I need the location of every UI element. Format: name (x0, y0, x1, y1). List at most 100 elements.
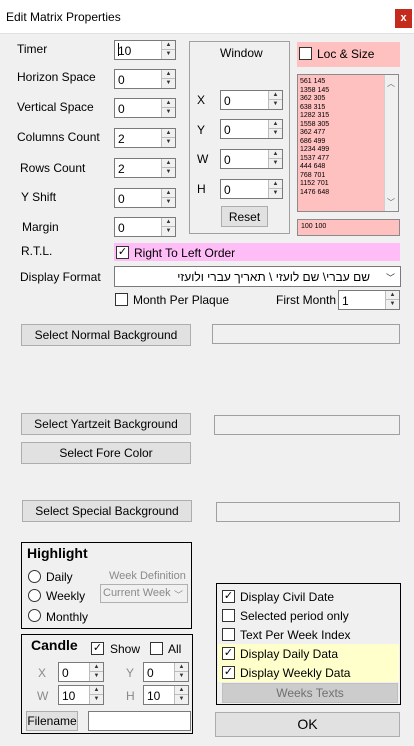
margin-spinner[interactable]: 0 ▲ ▼ (114, 217, 176, 237)
down-arrow-icon[interactable]: ▼ (162, 79, 175, 88)
week-definition-select[interactable]: Current Week ﹀ (100, 584, 188, 603)
window-x-spinner[interactable]: 0 ▲ ▼ (220, 90, 283, 110)
list-item[interactable]: 1358 145 (298, 87, 384, 96)
display-civil-date-checkbox[interactable]: ✓ (222, 590, 235, 603)
window-x-arrows[interactable]: ▲ ▼ (268, 91, 282, 109)
up-arrow-icon[interactable]: ▲ (162, 129, 175, 138)
rtl-checkbox[interactable]: ✓ (116, 246, 129, 259)
first-month-spinner[interactable]: 1 ▲ ▼ (338, 290, 400, 310)
up-arrow-icon[interactable]: ▲ (162, 218, 175, 227)
horizon-space-arrows[interactable]: ▲ ▼ (161, 70, 175, 88)
up-arrow-icon[interactable]: ▲ (162, 99, 175, 108)
list-item[interactable]: 362 305 (298, 95, 384, 104)
list-item[interactable]: 561 145 (298, 78, 384, 87)
close-button[interactable]: x (395, 9, 412, 28)
select-normal-background-button[interactable]: Select Normal Background (21, 324, 191, 346)
up-arrow-icon[interactable]: ▲ (269, 180, 282, 189)
up-arrow-icon[interactable]: ▲ (269, 150, 282, 159)
horizon-space-spinner[interactable]: 0 ▲ ▼ (114, 69, 176, 89)
candle-all-checkbox[interactable] (150, 642, 163, 655)
up-arrow-icon[interactable]: ▲ (269, 120, 282, 129)
select-fore-color-button[interactable]: Select Fore Color (21, 442, 191, 464)
up-arrow-icon[interactable]: ▲ (90, 686, 103, 695)
select-yartzeit-background-button[interactable]: Select Yartzeit Background (21, 413, 191, 435)
window-h-arrows[interactable]: ▲ ▼ (268, 180, 282, 198)
down-arrow-icon[interactable]: ▼ (90, 672, 103, 681)
timer-spinner[interactable]: 10 ▲ ▼ (114, 40, 176, 60)
loc-size-checkbox[interactable] (299, 47, 312, 60)
down-arrow-icon[interactable]: ▼ (269, 129, 282, 138)
down-arrow-icon[interactable]: ▼ (90, 695, 103, 704)
candle-h-arrows[interactable]: ▲ ▼ (174, 686, 188, 704)
display-daily-data-checkbox[interactable]: ✓ (222, 647, 235, 660)
candle-x-arrows[interactable]: ▲ ▼ (89, 663, 103, 681)
chevron-down-icon[interactable]: ﹀ (386, 271, 395, 284)
list-item[interactable]: 1558 305 (298, 121, 384, 130)
locations-listbox[interactable]: 561 145 1358 145 362 305 638 315 1282 31… (297, 74, 399, 212)
up-arrow-icon[interactable]: ▲ (90, 663, 103, 672)
list-item[interactable]: 1476 648 (298, 189, 384, 198)
down-arrow-icon[interactable]: ▼ (175, 672, 188, 681)
list-item[interactable]: 686 499 (298, 138, 384, 147)
daily-radio[interactable] (28, 570, 41, 583)
ok-button[interactable]: OK (215, 712, 400, 737)
down-arrow-icon[interactable]: ▼ (162, 108, 175, 117)
up-arrow-icon[interactable]: ▲ (386, 291, 399, 300)
window-y-arrows[interactable]: ▲ ▼ (268, 120, 282, 138)
listbox-scrollbar[interactable]: ︿ ﹀ (384, 75, 398, 211)
chevron-down-icon[interactable]: ﹀ (174, 588, 183, 601)
weekly-radio[interactable] (28, 589, 41, 602)
monthly-radio[interactable] (28, 609, 41, 622)
month-per-plaque-checkbox[interactable] (115, 293, 128, 306)
list-item[interactable]: 1282 315 (298, 112, 384, 121)
up-arrow-icon[interactable]: ▲ (175, 663, 188, 672)
down-arrow-icon[interactable]: ▼ (175, 695, 188, 704)
candle-w-arrows[interactable]: ▲ ▼ (89, 686, 103, 704)
up-arrow-icon[interactable]: ▲ (162, 159, 175, 168)
columns-count-spinner[interactable]: 2 ▲ ▼ (114, 128, 176, 148)
margin-arrows[interactable]: ▲ ▼ (161, 218, 175, 236)
timer-arrows[interactable]: ▲ ▼ (161, 41, 175, 59)
display-format-select[interactable]: שם עברי\ שם לועזי \ תאריך עברי ולועזי ﹀ (114, 266, 401, 287)
down-arrow-icon[interactable]: ▼ (162, 227, 175, 236)
y-shift-arrows[interactable]: ▲ ▼ (161, 189, 175, 207)
down-arrow-icon[interactable]: ▼ (162, 50, 175, 59)
reset-button[interactable]: Reset (221, 206, 268, 227)
rows-count-spinner[interactable]: 2 ▲ ▼ (114, 158, 176, 178)
up-arrow-icon[interactable]: ▲ (269, 91, 282, 100)
vertical-space-arrows[interactable]: ▲ ▼ (161, 99, 175, 117)
up-arrow-icon[interactable]: ▲ (162, 70, 175, 79)
vertical-space-spinner[interactable]: 0 ▲ ▼ (114, 98, 176, 118)
select-special-background-button[interactable]: Select Special Background (22, 500, 192, 522)
candle-h-spinner[interactable]: 10 ▲ ▼ (143, 685, 189, 705)
list-item[interactable]: 1152 701 (298, 180, 384, 189)
candle-y-arrows[interactable]: ▲ ▼ (174, 663, 188, 681)
window-w-arrows[interactable]: ▲ ▼ (268, 150, 282, 168)
list-item[interactable]: 638 315 (298, 104, 384, 113)
filename-input[interactable] (88, 711, 191, 731)
candle-w-spinner[interactable]: 10 ▲ ▼ (58, 685, 104, 705)
columns-count-arrows[interactable]: ▲ ▼ (161, 129, 175, 147)
down-arrow-icon[interactable]: ▼ (162, 138, 175, 147)
window-y-spinner[interactable]: 0 ▲ ▼ (220, 119, 283, 139)
up-arrow-icon[interactable]: ▲ (175, 686, 188, 695)
up-arrow-icon[interactable]: ▲ (162, 189, 175, 198)
text-per-week-index-checkbox[interactable] (222, 628, 235, 641)
display-weekly-data-checkbox[interactable]: ✓ (222, 666, 235, 679)
rows-count-arrows[interactable]: ▲ ▼ (161, 159, 175, 177)
y-shift-spinner[interactable]: 0 ▲ ▼ (114, 188, 176, 208)
list-item[interactable]: 1537 477 (298, 155, 384, 164)
list-item[interactable]: 444 648 (298, 163, 384, 172)
down-arrow-icon[interactable]: ▼ (269, 159, 282, 168)
list-item[interactable]: 362 477 (298, 129, 384, 138)
down-arrow-icon[interactable]: ▼ (162, 198, 175, 207)
down-arrow-icon[interactable]: ▼ (269, 100, 282, 109)
selected-period-only-checkbox[interactable] (222, 609, 235, 622)
weeks-texts-button[interactable]: Weeks Texts (222, 683, 398, 703)
candle-y-spinner[interactable]: 0 ▲ ▼ (143, 662, 189, 682)
scroll-up-icon[interactable]: ︿ (387, 78, 395, 89)
scroll-down-icon[interactable]: ﹀ (387, 197, 395, 208)
list-item[interactable]: 768 701 (298, 172, 384, 181)
down-arrow-icon[interactable]: ▼ (162, 168, 175, 177)
loc-size-value-field[interactable]: 100 100 (297, 219, 400, 236)
